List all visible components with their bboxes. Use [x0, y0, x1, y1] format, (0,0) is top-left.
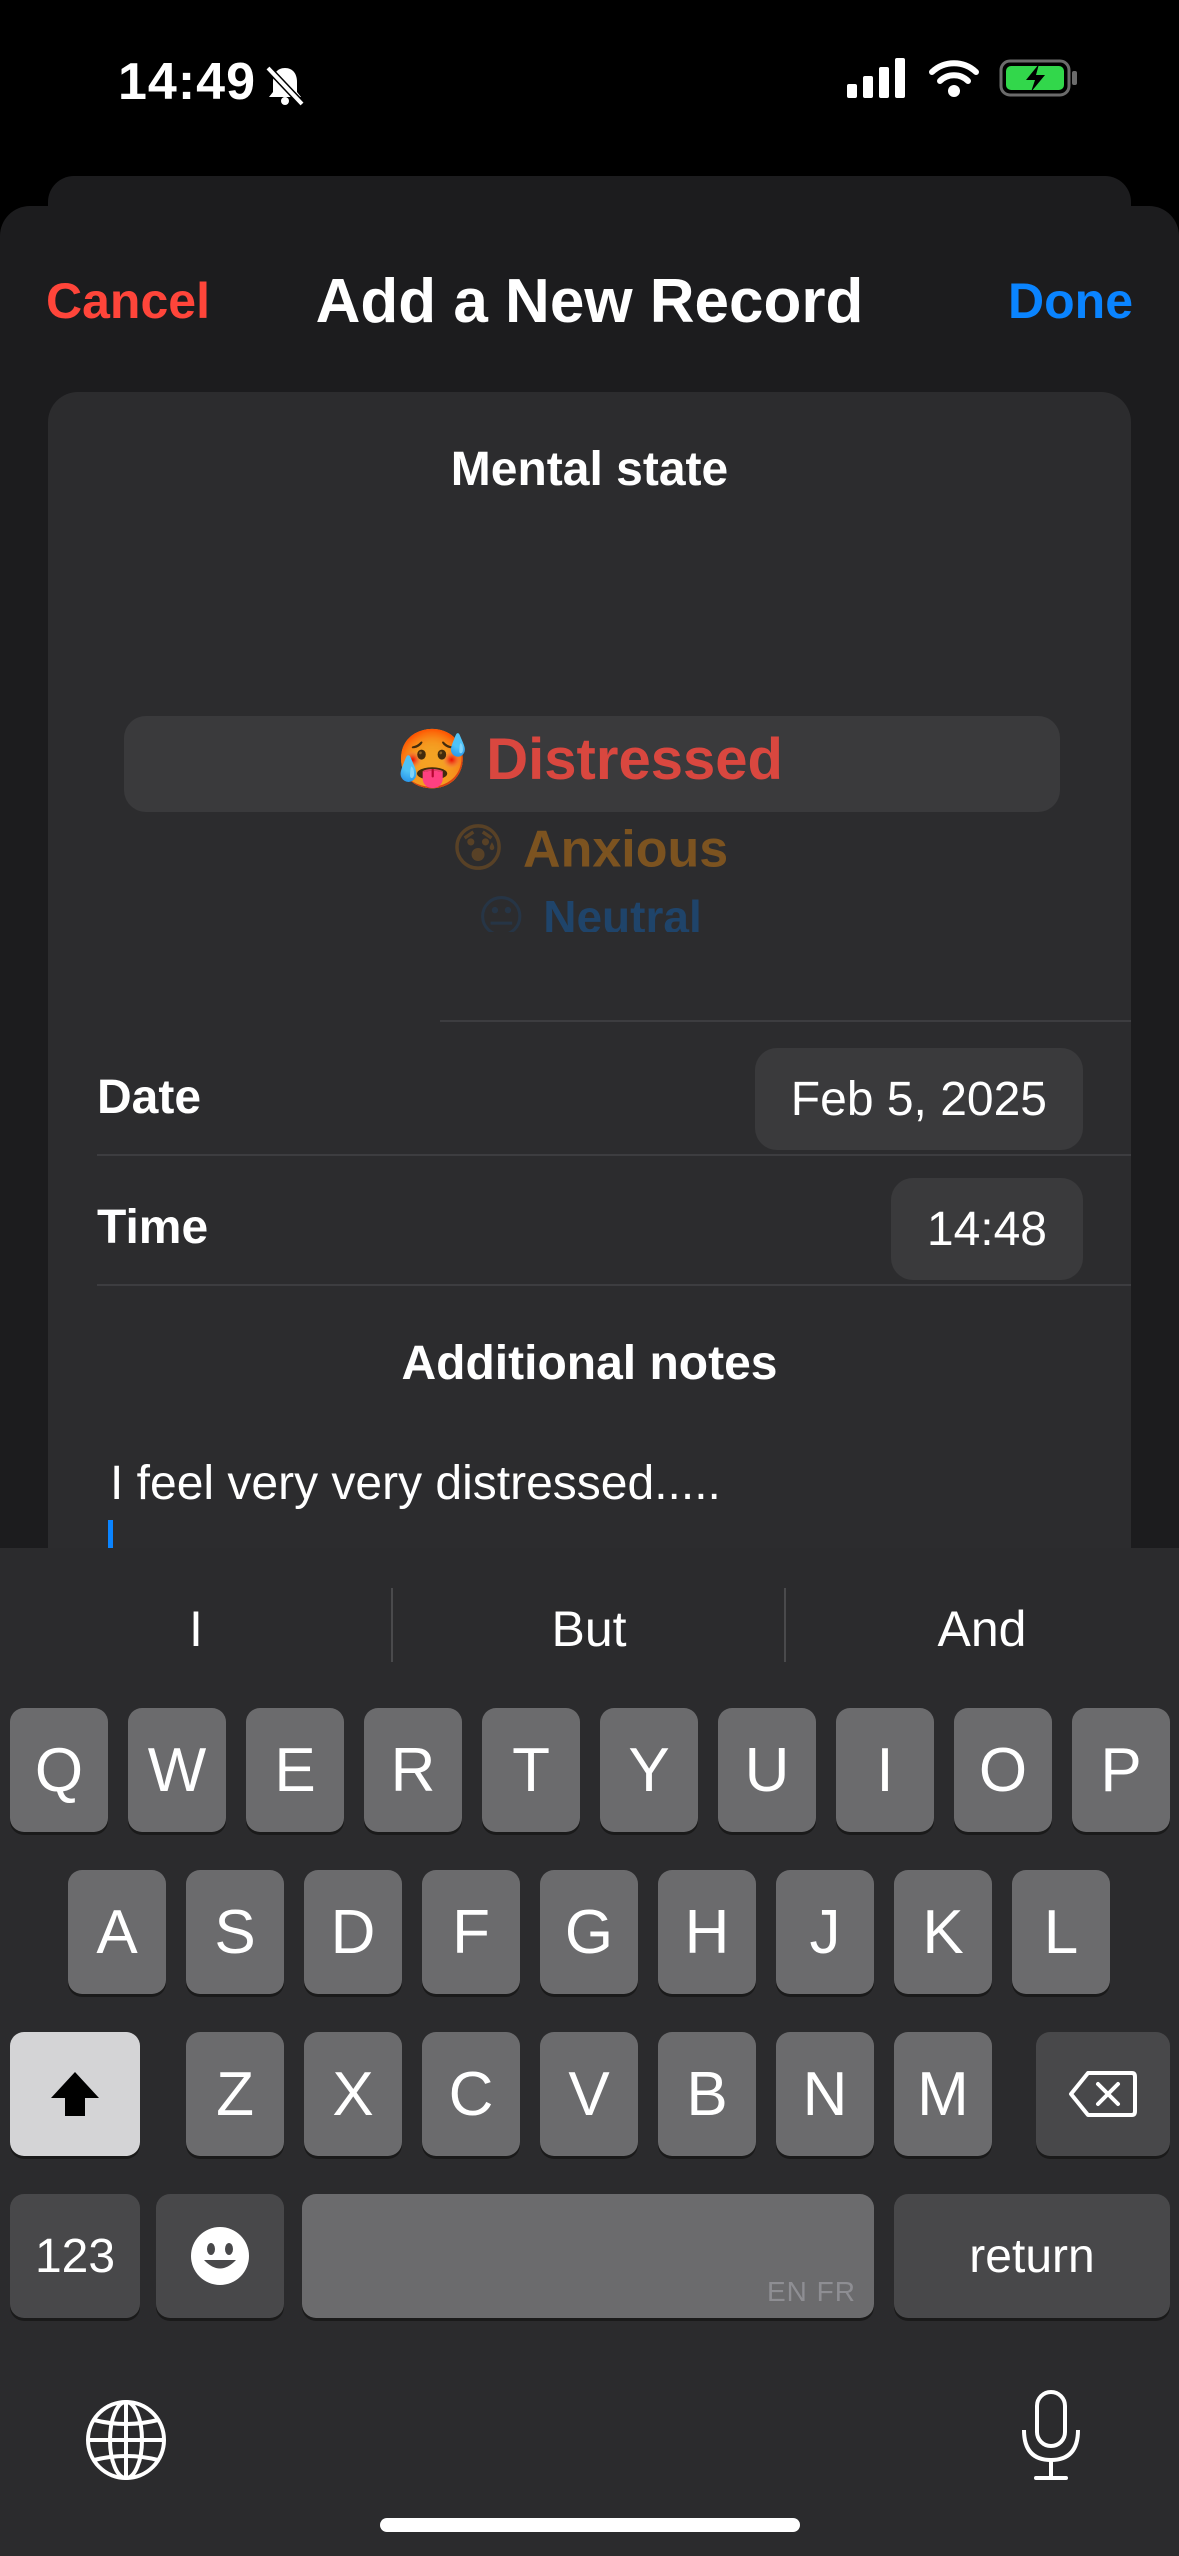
key-p[interactable]: P	[1072, 1708, 1170, 1832]
key-n[interactable]: N	[776, 2032, 874, 2156]
shift-key[interactable]	[10, 2032, 140, 2156]
key-t[interactable]: T	[482, 1708, 580, 1832]
picker-option-distressed[interactable]: 🥵 Distressed	[48, 722, 1131, 794]
hot-face-emoji-icon: 🥵	[396, 726, 469, 792]
numbers-key[interactable]: 123	[10, 2194, 140, 2318]
date-picker-button[interactable]: Feb 5, 2025	[754, 1048, 1083, 1150]
notes-text: I feel very very distressed.....	[110, 1457, 721, 1510]
divider	[440, 1020, 1131, 1022]
key-l[interactable]: L	[1012, 1870, 1110, 1994]
silent-bell-icon	[265, 65, 305, 107]
mental-state-title: Mental state	[450, 443, 729, 496]
picker-option-neutral[interactable]: 😐 Neutral	[48, 886, 1131, 932]
keyboard-language-indicator: EN FR	[767, 2276, 856, 2307]
globe-icon[interactable]	[84, 2398, 168, 2482]
key-g[interactable]: G	[540, 1870, 638, 1994]
additional-notes-title: Additional notes	[401, 1337, 778, 1390]
key-z[interactable]: Z	[186, 2032, 284, 2156]
key-v[interactable]: V	[540, 2032, 638, 2156]
key-e[interactable]: E	[246, 1708, 344, 1832]
neutral-face-emoji-icon: 😐	[477, 890, 526, 932]
suggestion-2[interactable]: But	[393, 1600, 785, 1658]
time-picker-button[interactable]: 14:48	[890, 1178, 1083, 1280]
space-bar[interactable]: EN FR	[302, 2194, 874, 2318]
keyboard: I But And Q W E R T Y U I O P A S D F G …	[0, 1548, 1179, 2556]
delete-key[interactable]	[1036, 2032, 1170, 2156]
suggestion-3[interactable]: And	[786, 1600, 1178, 1658]
battery-charging-icon	[999, 59, 1077, 97]
emoji-face-icon	[191, 2227, 249, 2285]
date-label: Date	[97, 1071, 202, 1124]
emoji-key[interactable]	[156, 2194, 284, 2318]
backspace-icon	[1069, 2071, 1137, 2117]
time-row: Time 14:48	[97, 1164, 1131, 1294]
key-a[interactable]: A	[68, 1870, 166, 1994]
key-d[interactable]: D	[304, 1870, 402, 1994]
page-title: Add a New Record	[315, 267, 864, 336]
wifi-icon	[929, 60, 979, 97]
cellular-signal-icon	[847, 58, 905, 98]
key-c[interactable]: C	[422, 2032, 520, 2156]
key-y[interactable]: Y	[600, 1708, 698, 1832]
key-j[interactable]: J	[776, 1870, 874, 1994]
key-b[interactable]: B	[658, 2032, 756, 2156]
key-m[interactable]: M	[894, 2032, 992, 2156]
key-f[interactable]: F	[422, 1870, 520, 1994]
suggestion-1[interactable]: I	[0, 1600, 392, 1658]
home-indicator[interactable]	[380, 2518, 800, 2532]
anxious-face-emoji-icon: 😰	[450, 820, 506, 879]
divider	[97, 1284, 1131, 1286]
status-time: 14:49	[118, 53, 256, 111]
divider	[97, 1154, 1131, 1156]
key-i[interactable]: I	[836, 1708, 934, 1832]
key-q[interactable]: Q	[10, 1708, 108, 1832]
return-key[interactable]: return	[894, 2194, 1170, 2318]
key-u[interactable]: U	[718, 1708, 816, 1832]
key-s[interactable]: S	[186, 1870, 284, 1994]
status-indicators	[847, 58, 1079, 98]
record-form-card: Mental state 🥵 Distressed 😰 Anxious 😐 Neutr…	[48, 392, 1131, 1592]
time-label: Time	[97, 1201, 209, 1254]
key-h[interactable]: H	[658, 1870, 756, 1994]
done-button[interactable]: Done	[1008, 272, 1133, 330]
key-r[interactable]: R	[364, 1708, 462, 1832]
key-w[interactable]: W	[128, 1708, 226, 1832]
key-k[interactable]: K	[894, 1870, 992, 1994]
microphone-icon[interactable]	[1018, 2388, 1084, 2484]
picker-option-anxious[interactable]: 😰 Anxious	[48, 816, 1131, 879]
key-x[interactable]: X	[304, 2032, 402, 2156]
shift-arrow-icon	[51, 2072, 99, 2116]
key-o[interactable]: O	[954, 1708, 1052, 1832]
date-row: Date Feb 5, 2025	[97, 1034, 1131, 1164]
